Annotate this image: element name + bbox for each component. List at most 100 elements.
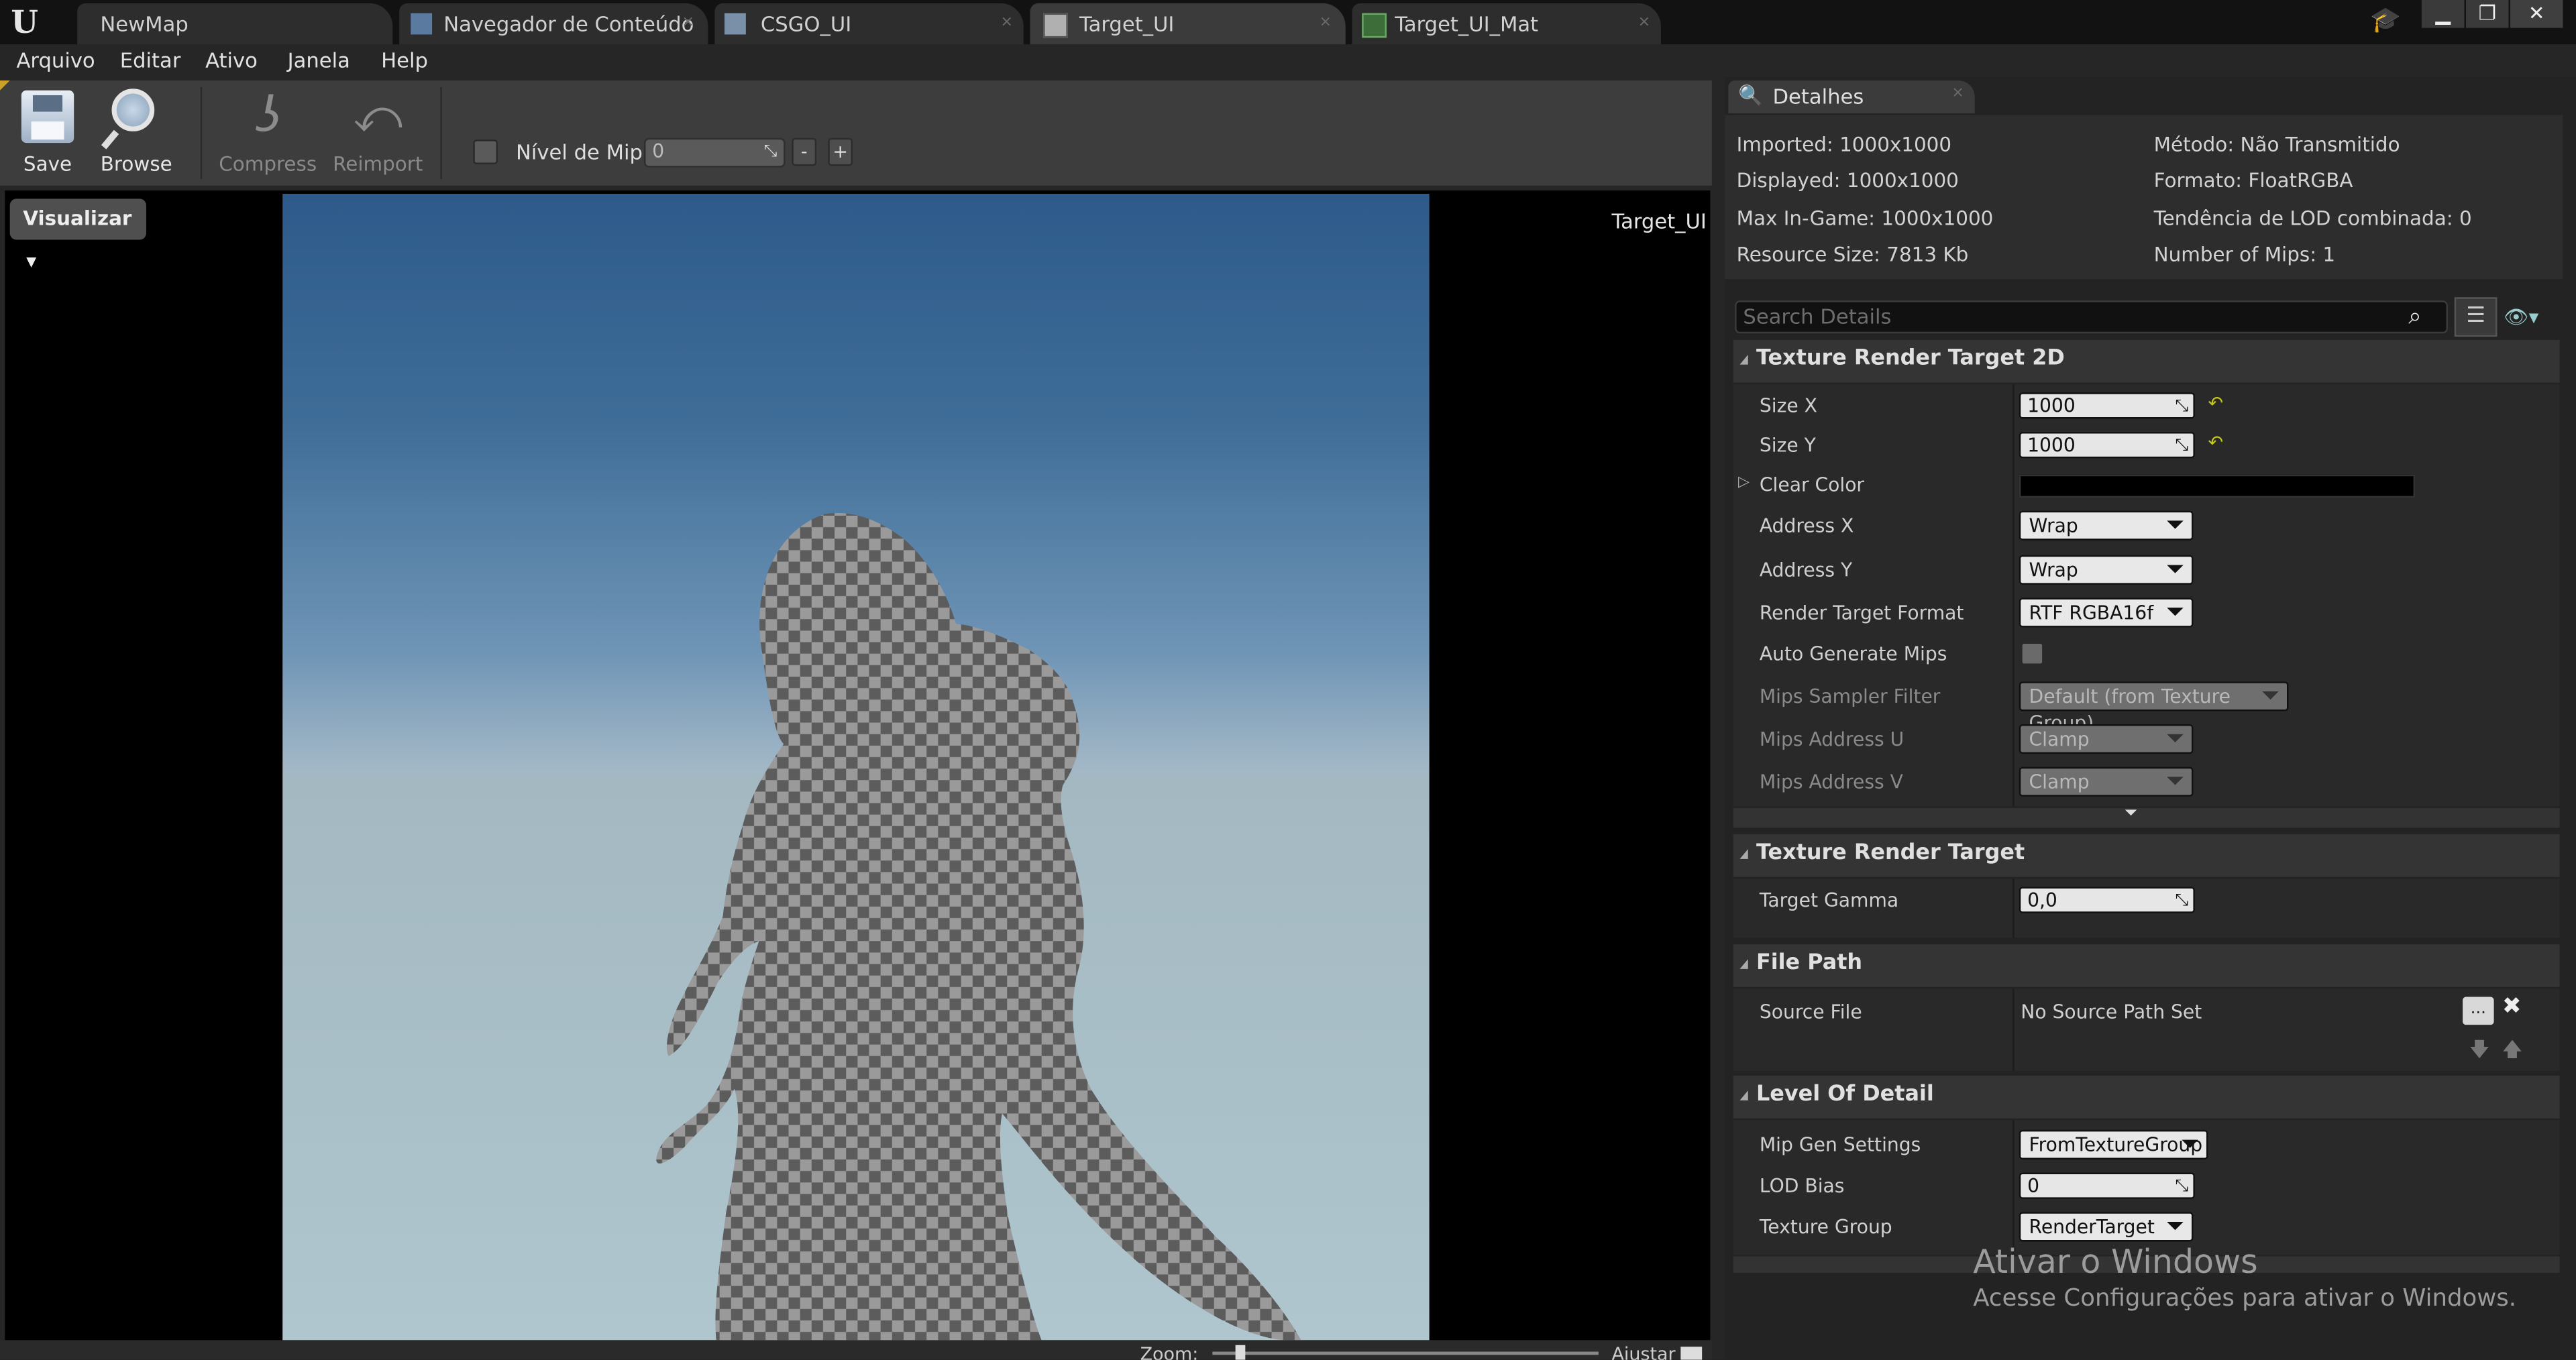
fit-label: Ajustar <box>1611 1343 1676 1360</box>
tab-content-browser[interactable]: Navegador de Conteúdo × <box>399 3 708 45</box>
tab-detalhes[interactable]: 🔍 Detalhes × <box>1728 80 1975 113</box>
tab-label: CSGO_UI <box>760 11 852 36</box>
arrow-up-icon[interactable]: 🡅 <box>2502 1035 2522 1069</box>
mips-address-v-dropdown[interactable]: Clamp <box>2019 767 2194 797</box>
section-title: File Path <box>1756 950 1863 976</box>
column-splitter[interactable] <box>2012 384 2015 807</box>
close-window-button[interactable]: ✕ <box>2510 0 2563 28</box>
lod-bias-input[interactable]: 0 ⤡ <box>2019 1172 2195 1199</box>
fit-checkbox[interactable] <box>1680 1347 1703 1360</box>
tab-label: Target_UI <box>1079 11 1175 36</box>
chevron-down-icon: ▼ <box>26 254 37 270</box>
tab-label: Navegador de Conteúdo <box>443 11 694 36</box>
section-render-target[interactable]: Texture Render Target <box>1733 834 2560 877</box>
clear-source-icon[interactable]: ✖ <box>2502 994 2522 1020</box>
column-splitter[interactable] <box>2012 988 2015 1071</box>
widget-icon <box>724 13 746 35</box>
size-x-label: Size X <box>1759 394 1817 418</box>
search-icon: ⌕ <box>2408 304 2422 331</box>
mips-sampler-filter-dropdown[interactable]: Default (from Texture Group) <box>2019 681 2289 734</box>
spin-arrows-icon: ⤡ <box>2175 437 2189 455</box>
reset-to-default-icon[interactable]: ↶ <box>2208 392 2223 414</box>
target-gamma-input[interactable]: 0,0 ⤡ <box>2019 887 2195 913</box>
section-render-target-2d[interactable]: Texture Render Target 2D <box>1733 339 2560 383</box>
close-icon[interactable]: × <box>1638 3 1650 44</box>
mip-checkbox[interactable] <box>473 139 498 164</box>
tab-csgo-ui[interactable]: CSGO_UI × <box>714 3 1024 45</box>
clear-color-swatch[interactable] <box>2019 474 2416 498</box>
menu-arquivo[interactable]: Arquivo <box>16 48 95 72</box>
property-matrix-icon[interactable]: ☰ <box>2454 297 2498 337</box>
close-icon[interactable]: × <box>1320 3 1332 44</box>
tab-target-ui[interactable]: Target_UI × <box>1030 3 1346 45</box>
search-placeholder: Search Details <box>1743 304 1892 329</box>
size-y-label: Size Y <box>1759 433 1816 457</box>
lod-bias-value: 0 <box>2027 1174 2040 1198</box>
chevron-down-icon <box>2182 1139 2198 1148</box>
address-y-dropdown[interactable]: Wrap <box>2019 555 2194 585</box>
section-file-path[interactable]: File Path <box>1733 944 2560 987</box>
tab-label: NewMap <box>100 11 189 36</box>
activation-watermark-subtitle: Acesse Configurações para ativar o Windo… <box>1973 1286 2517 1312</box>
column-splitter[interactable] <box>2012 1120 2015 1255</box>
target-gamma-label: Target Gamma <box>1759 888 1899 912</box>
compress-icon: ʖ <box>256 87 282 145</box>
tab-newmap[interactable]: NewMap <box>77 3 393 45</box>
menu-ativo[interactable]: Ativo <box>205 48 258 72</box>
mip-minus-button[interactable]: - <box>792 137 817 166</box>
render-target-format-label: Render Target Format <box>1759 601 1964 624</box>
activation-watermark-title: Ativar o Windows <box>1973 1241 2258 1282</box>
asset-name-label: Target_UI <box>1611 209 1707 233</box>
menu-help[interactable]: Help <box>381 48 428 72</box>
mip-plus-button[interactable]: + <box>828 137 853 166</box>
mips-address-v-label: Mips Address V <box>1759 770 1903 793</box>
expanded-triangle-icon <box>1739 849 1748 859</box>
mip-level-input[interactable]: 0 ⤡ <box>644 137 786 168</box>
visualizar-dropdown[interactable]: Visualizar ▼ <box>9 199 146 270</box>
toolbar-divider <box>440 87 442 179</box>
texture-group-dropdown[interactable]: RenderTarget <box>2019 1212 2194 1242</box>
reimport-icon: ⤺ <box>353 89 402 144</box>
compress-button[interactable]: ʖ Compress <box>219 85 317 180</box>
eye-view-options-icon[interactable]: 👁▾ <box>2504 302 2559 332</box>
reset-to-default-icon[interactable]: ↶ <box>2208 432 2223 453</box>
size-x-input[interactable]: 1000 ⤡ <box>2019 392 2195 419</box>
reimport-button[interactable]: ⤺ Reimport <box>329 85 427 180</box>
address-x-dropdown[interactable]: Wrap <box>2019 510 2194 541</box>
maximize-button[interactable]: ❐ <box>2465 0 2509 28</box>
chevron-down-icon <box>2167 1222 2184 1231</box>
unreal-logo-icon[interactable]: U <box>7 5 43 41</box>
advanced-expander[interactable]: ⏷ <box>1733 805 2560 828</box>
mip-gen-settings-dropdown[interactable]: FromTextureGroup <box>2019 1129 2208 1159</box>
lod-bias-label: LOD Bias <box>1759 1174 1845 1198</box>
ue-texture-editor: U NewMap Navegador de Conteúdo × CSGO_UI… <box>0 0 2576 1360</box>
tab-target-ui-mat[interactable]: Target_UI_Mat × <box>1352 3 1661 45</box>
zoom-slider-handle[interactable] <box>1235 1345 1246 1360</box>
mips-address-u-value: Clamp <box>2029 727 2090 751</box>
section-level-of-detail[interactable]: Level Of Detail <box>1733 1076 2560 1119</box>
browse-source-button[interactable]: ... <box>2463 997 2494 1025</box>
expand-triangle-icon[interactable]: ▷ <box>1738 475 1750 491</box>
close-icon[interactable]: × <box>1000 3 1012 44</box>
chevron-down-icon <box>2167 608 2184 616</box>
close-icon[interactable]: × <box>1951 85 1964 101</box>
mips-address-v-value: Clamp <box>2029 770 2090 793</box>
column-splitter[interactable] <box>2012 879 2015 938</box>
minimize-button[interactable]: ▁ <box>2421 0 2465 28</box>
arrow-down-icon[interactable]: 🡇 <box>2469 1035 2489 1069</box>
menu-janela[interactable]: Janela <box>288 48 350 72</box>
save-button[interactable]: Save <box>0 85 99 180</box>
chevron-down-icon <box>2167 565 2184 573</box>
browse-button[interactable]: Browse <box>87 85 186 180</box>
zoom-slider[interactable] <box>1212 1351 1599 1355</box>
details-search-input[interactable]: Search Details <box>1735 300 2449 334</box>
menu-editar[interactable]: Editar <box>120 48 181 72</box>
expanded-triangle-icon <box>1739 1090 1748 1100</box>
size-y-input[interactable]: 1000 ⤡ <box>2019 432 2195 459</box>
character-silhouette <box>656 513 1301 1341</box>
close-icon[interactable]: × <box>682 3 694 44</box>
render-target-format-dropdown[interactable]: RTF RGBA16f <box>2019 598 2194 628</box>
mips-address-u-dropdown[interactable]: Clamp <box>2019 724 2194 754</box>
graduation-cap-icon[interactable]: 🎓 <box>2367 5 2404 38</box>
auto-generate-mips-checkbox[interactable] <box>2021 642 2044 665</box>
